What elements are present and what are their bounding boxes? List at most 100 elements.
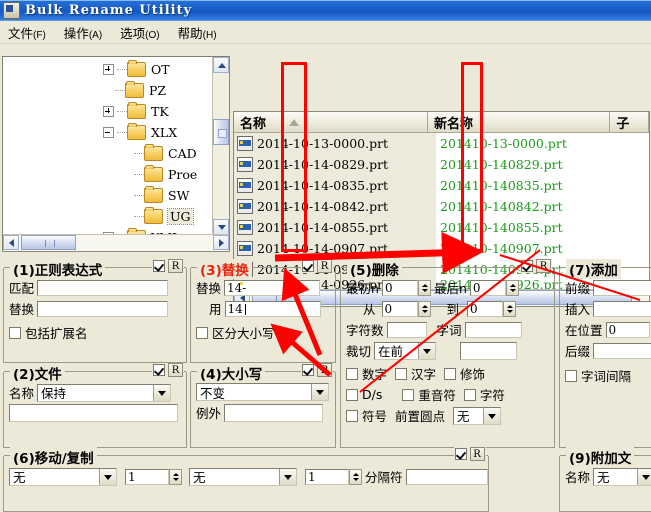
- checkbox-icon[interactable]: [565, 369, 577, 382]
- remove-last-n-spinner[interactable]: [505, 279, 519, 296]
- regex-replace-input[interactable]: [37, 300, 169, 317]
- chevron-down-icon[interactable]: [311, 384, 328, 400]
- separator-input[interactable]: [405, 468, 488, 485]
- panel-move-copy-enable[interactable]: R: [453, 447, 486, 461]
- menu-actions[interactable]: 操作(A): [64, 21, 111, 44]
- scroll-up-icon[interactable]: [213, 57, 229, 73]
- checkbox-icon[interactable]: [346, 388, 358, 401]
- remove-crop-input[interactable]: [460, 341, 518, 360]
- checkbox-icon[interactable]: [346, 409, 358, 422]
- case-mode-select[interactable]: 不变: [196, 383, 329, 401]
- replace-with-input[interactable]: 14: [224, 300, 321, 317]
- move-mode-select[interactable]: 无: [9, 467, 117, 486]
- tree-vertical-scrollbar[interactable]: [212, 57, 229, 235]
- table-row[interactable]: 2014-10-13-0000.prt 201410-13-0000.prt: [234, 133, 649, 154]
- checkbox-icon[interactable]: [302, 364, 314, 376]
- tree-item-cad[interactable]: CAD: [3, 143, 215, 164]
- remove-lead-dots-select[interactable]: 无: [453, 406, 502, 425]
- copy-mode-select[interactable]: 无: [189, 467, 297, 486]
- expander-minus-icon[interactable]: [103, 127, 114, 138]
- panel-remove-enable[interactable]: R: [520, 259, 552, 273]
- remove-first-n-spinner[interactable]: [417, 279, 431, 296]
- checkbox-icon[interactable]: [454, 448, 467, 460]
- add-suffix-input[interactable]: [593, 342, 651, 359]
- checkbox-icon[interactable]: [153, 364, 165, 376]
- panel-case-enable[interactable]: R: [301, 363, 333, 377]
- remove-crop-select[interactable]: 在前: [374, 341, 437, 360]
- table-row[interactable]: 2014-10-14-0829.prt 201410-140829.prt: [234, 154, 649, 175]
- chevron-down-icon[interactable]: [483, 407, 501, 424]
- remove-to-input[interactable]: 0: [467, 300, 504, 317]
- checkbox-icon[interactable]: [521, 260, 533, 272]
- checkbox-icon[interactable]: [153, 260, 165, 272]
- scroll-thumb[interactable]: [213, 119, 229, 145]
- scroll-down-icon[interactable]: [213, 219, 229, 235]
- remove-from-spinner[interactable]: [417, 300, 431, 317]
- remove-from-input[interactable]: 0: [381, 300, 418, 317]
- add-insert-input[interactable]: [593, 300, 651, 317]
- table-row[interactable]: 2014-10-14-0835.prt 201410-140835.prt: [234, 175, 649, 196]
- name-mode-select[interactable]: 保持: [37, 383, 172, 402]
- column-header-newname[interactable]: 新名称: [427, 112, 611, 133]
- checkbox-icon[interactable]: [302, 260, 314, 272]
- tree-item-sw[interactable]: SW: [3, 185, 215, 206]
- tree-horizontal-scrollbar[interactable]: [3, 234, 229, 251]
- tree-item-tk[interactable]: TK: [3, 101, 215, 122]
- remove-last-n-input[interactable]: 0: [469, 279, 506, 296]
- regex-match-input[interactable]: [37, 279, 169, 296]
- replace-from-input[interactable]: 14-: [224, 279, 321, 296]
- column-header-extra[interactable]: 子: [610, 112, 649, 133]
- panel-replace-enable[interactable]: R: [301, 259, 333, 273]
- scroll-thumb-horizontal[interactable]: [21, 235, 76, 250]
- checkbox-icon[interactable]: [444, 367, 457, 380]
- menu-help[interactable]: 帮助(H): [178, 21, 226, 44]
- expander-plus-icon[interactable]: [103, 64, 114, 75]
- move-count-input[interactable]: 1: [125, 468, 169, 485]
- checkbox-icon[interactable]: [402, 388, 415, 401]
- chevron-down-icon[interactable]: [99, 468, 116, 485]
- tree-item-xlx[interactable]: XLX: [3, 122, 215, 143]
- case-except-input[interactable]: [224, 403, 324, 422]
- chevron-down-icon[interactable]: [637, 468, 651, 485]
- chevron-down-icon[interactable]: [418, 342, 436, 359]
- menu-options[interactable]: 选项(O): [120, 21, 168, 44]
- scroll-left-icon[interactable]: [3, 235, 19, 250]
- reset-button[interactable]: R: [317, 363, 332, 377]
- tree-item-pz[interactable]: PZ: [3, 80, 215, 101]
- checkbox-icon[interactable]: [346, 367, 358, 380]
- remove-chars-input[interactable]: [386, 321, 427, 338]
- reset-button[interactable]: R: [469, 447, 485, 461]
- checkbox-icon[interactable]: [395, 367, 408, 380]
- reset-button[interactable]: R: [317, 259, 332, 273]
- checkbox-icon[interactable]: [196, 326, 208, 339]
- menu-file[interactable]: 文件(F): [8, 21, 55, 44]
- table-row[interactable]: 2014-10-14-0842.prt 201410-140842.prt: [234, 196, 649, 217]
- panel-regex-enable[interactable]: R: [152, 259, 184, 273]
- scroll-right-icon[interactable]: [213, 235, 229, 250]
- copy-count-spinner[interactable]: [349, 468, 362, 485]
- remove-to-spinner[interactable]: [503, 300, 517, 317]
- checkbox-icon[interactable]: [9, 326, 21, 339]
- reset-button[interactable]: R: [536, 259, 551, 273]
- remove-first-n-input[interactable]: 0: [381, 279, 418, 296]
- remove-words-input[interactable]: [464, 321, 522, 338]
- tree-item-ug[interactable]: UG: [3, 206, 215, 227]
- move-count-spinner[interactable]: [169, 468, 182, 485]
- add-at-pos-input[interactable]: 0: [605, 321, 650, 338]
- add-prefix-input[interactable]: [593, 279, 651, 296]
- checkbox-icon[interactable]: [463, 388, 476, 401]
- column-header-name[interactable]: 名称: [234, 112, 428, 133]
- chevron-down-icon[interactable]: [279, 468, 296, 485]
- tree-item-ot[interactable]: OT: [3, 59, 215, 80]
- autodate-name-select[interactable]: 无: [593, 467, 651, 486]
- reset-button[interactable]: R: [168, 363, 183, 377]
- reset-button[interactable]: R: [168, 259, 183, 273]
- name-text-input[interactable]: [9, 404, 178, 422]
- folder-tree-pane[interactable]: OT PZ TK XLX CAD Proe SW UG: [2, 56, 230, 252]
- copy-count-input[interactable]: 1: [305, 468, 349, 485]
- chevron-down-icon[interactable]: [153, 384, 171, 401]
- panel-name-enable[interactable]: R: [152, 363, 184, 377]
- table-row[interactable]: 2014-10-14-0855.prt 201410-140855.prt: [234, 217, 649, 238]
- expander-plus-icon[interactable]: [103, 106, 114, 117]
- tree-item-proe[interactable]: Proe: [3, 164, 215, 185]
